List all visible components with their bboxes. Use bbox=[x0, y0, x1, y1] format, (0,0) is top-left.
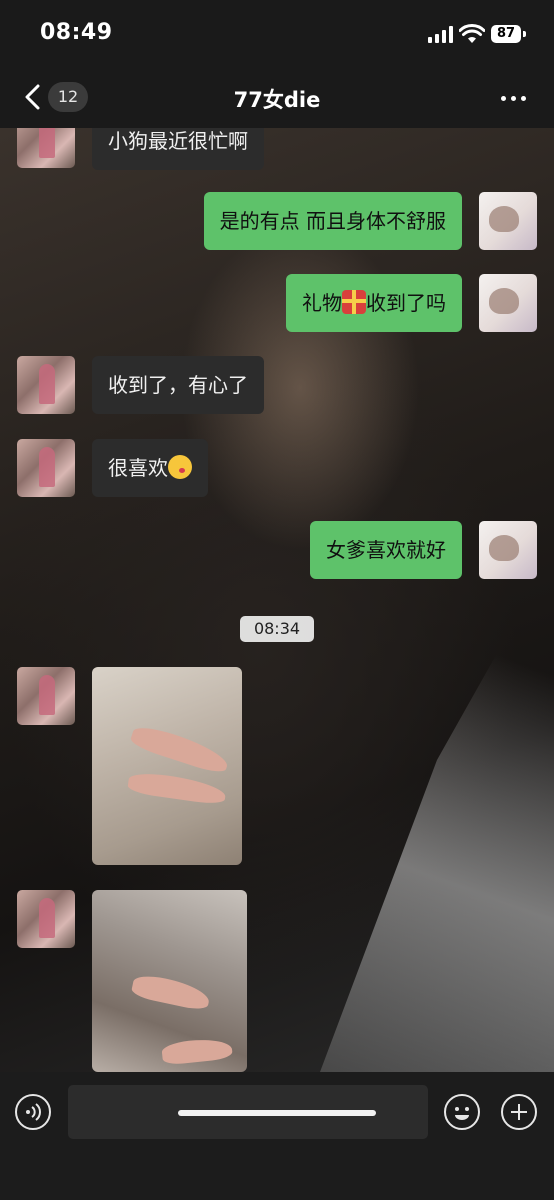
contact-avatar[interactable] bbox=[17, 667, 75, 725]
more-options-icon[interactable] bbox=[500, 88, 528, 106]
message-text: 是的有点 而且身体不舒服 bbox=[219, 209, 446, 233]
gift-emoji-icon bbox=[342, 290, 366, 314]
message-bubble-incoming[interactable]: 很喜欢 bbox=[92, 439, 208, 497]
more-actions-plus-icon[interactable] bbox=[501, 1094, 537, 1130]
shoe-photo-message[interactable] bbox=[92, 667, 242, 865]
message-bubble-outgoing[interactable]: 是的有点 而且身体不舒服 bbox=[203, 192, 462, 250]
kissing-face-emoji-icon bbox=[168, 455, 192, 479]
wifi-icon bbox=[459, 24, 485, 43]
contact-avatar[interactable] bbox=[17, 439, 75, 497]
my-avatar[interactable] bbox=[479, 521, 537, 579]
message-bubble-incoming[interactable]: 收到了，有心了 bbox=[92, 356, 264, 414]
message-bubble-outgoing[interactable]: 女爹喜欢就好 bbox=[310, 521, 462, 579]
battery-tip bbox=[523, 31, 526, 37]
contact-avatar[interactable] bbox=[17, 128, 75, 168]
contact-avatar[interactable] bbox=[17, 356, 75, 414]
message-text: 收到了，有心了 bbox=[108, 373, 248, 397]
shoe-photo-message[interactable] bbox=[92, 890, 247, 1072]
message-list[interactable]: 小狗最近很忙啊 是的有点 而且身体不舒服 礼物 收到了吗 收到了，有心了 很喜欢 … bbox=[0, 128, 554, 1072]
voice-input-icon[interactable] bbox=[15, 1094, 51, 1130]
message-text: 收到了吗 bbox=[366, 291, 446, 315]
status-time: 08:49 bbox=[40, 20, 113, 45]
message-timestamp: 08:34 bbox=[240, 616, 314, 642]
my-avatar[interactable] bbox=[479, 274, 537, 332]
chat-header: 12 77女die bbox=[0, 66, 554, 128]
message-text: 礼物 bbox=[302, 291, 342, 315]
cellular-signal-icon bbox=[428, 26, 454, 43]
status-bar: 08:49 87 bbox=[0, 0, 554, 66]
message-text: 小狗最近很忙啊 bbox=[108, 129, 248, 153]
message-text: 女爹喜欢就好 bbox=[326, 538, 446, 562]
contact-avatar[interactable] bbox=[17, 890, 75, 948]
my-avatar[interactable] bbox=[479, 192, 537, 250]
message-bubble-outgoing[interactable]: 礼物 收到了吗 bbox=[286, 274, 462, 332]
chat-title: 77女die bbox=[233, 88, 321, 112]
emoji-picker-icon[interactable] bbox=[444, 1094, 480, 1130]
message-text: 很喜欢 bbox=[108, 456, 168, 480]
message-bubble-incoming[interactable]: 小狗最近很忙啊 bbox=[92, 128, 264, 170]
message-input-bar bbox=[0, 1072, 554, 1200]
battery-icon: 87 bbox=[491, 25, 521, 43]
home-indicator[interactable] bbox=[178, 1110, 376, 1116]
